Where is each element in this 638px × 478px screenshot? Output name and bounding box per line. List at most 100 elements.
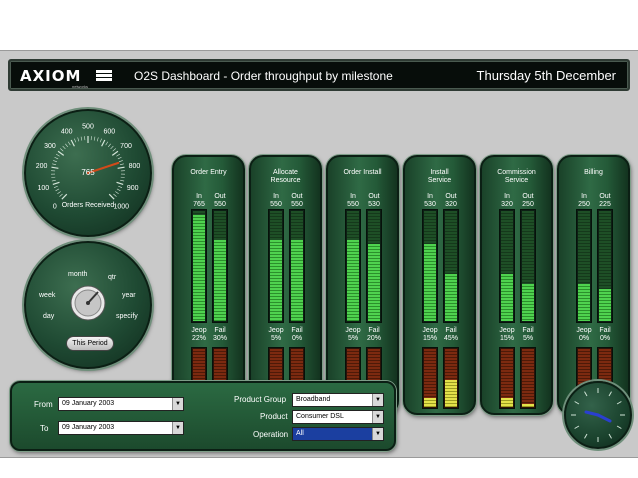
product-select[interactable]: Consumer DSL ▼ xyxy=(292,410,384,424)
milestone-pod-6: Billing In 250 Out 225 Jeop 0% Fail 0% xyxy=(557,155,630,415)
gauge-scale-label: 400 xyxy=(61,129,73,136)
fail-label: Fail xyxy=(368,327,380,334)
gauge-scale-label: 1000 xyxy=(113,204,129,211)
product-group-select[interactable]: Broadband ▼ xyxy=(292,393,384,407)
gauge-scale-label: 0 xyxy=(53,204,57,211)
period-selector-dial[interactable]: month qtr week year day specify This Per… xyxy=(24,241,152,369)
product-group-value: Broadband xyxy=(296,396,331,403)
out-label: Out xyxy=(291,193,303,200)
chevron-down-icon[interactable]: ▼ xyxy=(372,394,383,406)
out-label-block: Out 225 xyxy=(594,193,616,209)
gauge-tick xyxy=(70,139,75,147)
clock-tick xyxy=(616,401,622,405)
clock-minute-hand xyxy=(596,413,612,423)
period-option-specify[interactable]: specify xyxy=(116,313,138,320)
orders-gauge-face: 0 100 200 300 400 500 600 700 800 900 1000 765 Ord… xyxy=(36,124,141,211)
out-label: Out xyxy=(214,193,226,200)
gauge-caption: Orders Received xyxy=(62,202,115,209)
fail-label: Fail xyxy=(522,327,534,334)
milestone-title: Order Entry xyxy=(174,169,243,177)
milestone-title-line2: Service xyxy=(427,177,452,184)
clock-hour-hand xyxy=(584,410,600,417)
gauge-scale-label: 600 xyxy=(103,129,115,136)
milestone-title-line1: Install xyxy=(430,169,449,176)
in-label-block: In 765 xyxy=(188,193,210,209)
gauge-tick xyxy=(53,185,58,188)
period-option-qtr[interactable]: qtr xyxy=(108,274,116,281)
fail-value: 5% xyxy=(522,335,534,342)
from-date-select[interactable]: 09 January 2003 ▼ xyxy=(58,397,184,411)
in-label: In xyxy=(273,193,279,200)
milestone-title: Commission Service xyxy=(482,169,551,185)
gauge-tick xyxy=(51,176,56,178)
milestone-title: Order Install xyxy=(328,169,397,177)
fail-value: 0% xyxy=(599,335,611,342)
from-date-value: 09 January 2003 xyxy=(62,400,115,407)
gauge-tick xyxy=(61,193,68,200)
logo-bars-icon xyxy=(96,70,112,82)
gauge-tick xyxy=(107,143,111,148)
in-value: 765 xyxy=(193,201,205,208)
clock-tick xyxy=(574,425,580,429)
gauge-scale-label: 300 xyxy=(44,143,56,150)
gauge-tick xyxy=(65,143,69,148)
operation-select[interactable]: All ▼ xyxy=(292,427,384,441)
gauge-tick xyxy=(74,138,77,143)
out-label-block: Out 530 xyxy=(363,193,385,209)
operation-label: Operation xyxy=(253,430,289,439)
in-label-block: In 550 xyxy=(265,193,287,209)
period-option-year[interactable]: year xyxy=(122,292,136,299)
in-throughput-bar xyxy=(499,209,515,323)
fail-label: Fail xyxy=(599,327,611,334)
fail-value: 30% xyxy=(212,335,227,342)
fail-value: 0% xyxy=(291,335,303,342)
milestone-title-line1: Order Entry xyxy=(190,169,227,176)
jeop-label-block: Jeop 5% xyxy=(342,327,364,343)
gauge-tick xyxy=(93,136,96,141)
jeop-label-block: Jeop 5% xyxy=(265,327,287,343)
jeop-value: 15% xyxy=(499,335,514,342)
chevron-down-icon[interactable]: ▼ xyxy=(172,398,183,410)
chevron-down-icon[interactable]: ▼ xyxy=(172,422,183,434)
in-value: 530 xyxy=(424,201,436,208)
gauge-tick xyxy=(117,156,122,160)
in-label: In xyxy=(350,193,356,200)
gauge-scale-label: 800 xyxy=(129,163,141,170)
gauge-tick xyxy=(96,137,99,142)
in-value: 250 xyxy=(578,201,590,208)
this-period-button[interactable]: This Period xyxy=(66,336,114,351)
jeop-label-block: Jeop 15% xyxy=(496,327,518,343)
out-label-block: Out 550 xyxy=(286,193,308,209)
gauge-scale-label: 500 xyxy=(82,124,94,131)
milestone-title-line2: Service xyxy=(504,177,529,184)
jeop-label-block: Jeop 22% xyxy=(188,327,210,343)
milestone-title-line1: Order Install xyxy=(343,169,382,176)
to-date-value: 09 January 2003 xyxy=(62,424,115,431)
in-throughput-bar xyxy=(576,209,592,323)
period-option-month[interactable]: month xyxy=(68,271,87,278)
to-date-select[interactable]: 09 January 2003 ▼ xyxy=(58,421,184,435)
clock-tick xyxy=(584,433,588,439)
in-throughput-bar xyxy=(345,209,361,323)
gauge-tick xyxy=(52,163,57,166)
clock-tick xyxy=(584,391,588,397)
period-option-week[interactable]: week xyxy=(39,292,55,299)
fail-label: Fail xyxy=(214,327,226,334)
gauge-tick xyxy=(112,148,116,152)
jeop-label: Jeop xyxy=(191,327,207,334)
gauge-tick xyxy=(120,179,125,182)
gauge-tick xyxy=(52,181,60,186)
to-label: To xyxy=(40,424,49,433)
period-option-day[interactable]: day xyxy=(43,313,54,320)
chevron-down-icon[interactable]: ▼ xyxy=(372,428,383,440)
current-date: Thursday 5th December xyxy=(476,68,616,83)
jeop-label: Jeop xyxy=(345,327,361,334)
jeop-label: Jeop xyxy=(499,327,515,334)
gauge-scale-label: 100 xyxy=(37,185,49,192)
milestone-pod-5: Commission Service In 320 Out 250 Jeop 1… xyxy=(480,155,553,415)
chevron-down-icon[interactable]: ▼ xyxy=(372,411,383,423)
product-group-label: Product Group xyxy=(234,395,287,404)
milestone-title-line2: Resource xyxy=(270,177,301,184)
gauge-tick xyxy=(116,153,121,157)
fail-value: 45% xyxy=(443,335,458,342)
